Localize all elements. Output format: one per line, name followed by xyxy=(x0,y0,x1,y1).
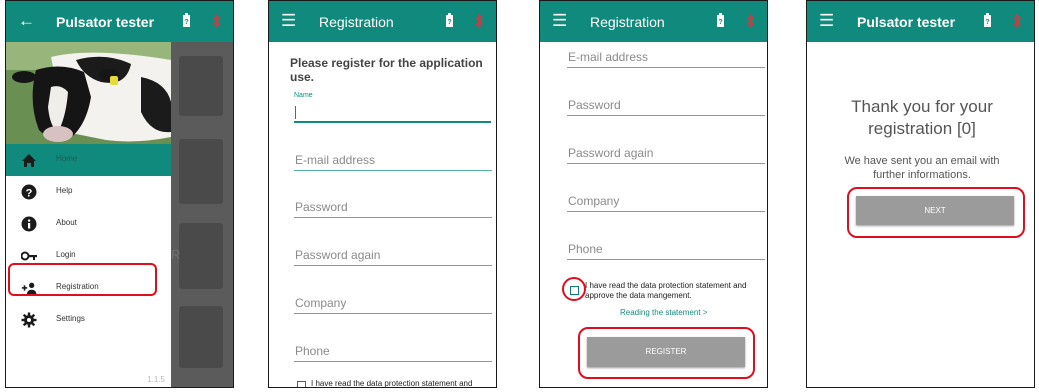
svg-text:?: ? xyxy=(985,19,989,26)
consent-text: I have read the data protection statemen… xyxy=(311,379,473,388)
name-label: Name xyxy=(294,92,313,99)
gear-icon xyxy=(21,312,37,328)
home-icon xyxy=(22,154,36,167)
app-bar: ☰ Registration ? xyxy=(540,1,767,42)
app-bar: ☰ Pulsator tester ? xyxy=(807,1,1034,42)
thank-you-heading: Thank you for your registration [0] xyxy=(851,97,993,138)
email-sent-message: We have sent you an email with further i… xyxy=(844,155,1000,181)
highlight-next xyxy=(847,187,1025,238)
svg-text:?: ? xyxy=(26,188,33,200)
bluetooth-off-icon xyxy=(1013,13,1021,29)
bluetooth-off-icon xyxy=(746,13,754,29)
battery-icon: ? xyxy=(717,13,724,27)
battery-icon: ? xyxy=(183,13,190,27)
password-field[interactable]: Password xyxy=(567,87,765,116)
menu-item-label: Help xyxy=(56,186,73,195)
app-bar: ☰ Registration ? xyxy=(269,1,496,42)
consent-text-line2: approve the data mangement. xyxy=(585,291,692,300)
background-letter: R xyxy=(171,247,181,262)
svg-text:?: ? xyxy=(184,19,188,26)
svg-text:?: ? xyxy=(718,19,722,26)
menu-item-help[interactable]: ? Help xyxy=(6,176,171,208)
consent-checkbox[interactable] xyxy=(297,381,306,387)
menu-item-label: About xyxy=(56,218,77,227)
app-title: Registration xyxy=(590,14,665,30)
highlight-register xyxy=(578,327,755,379)
company-field[interactable]: Company xyxy=(567,183,765,212)
drawer: Home ? Help About Login Registration Set… xyxy=(6,42,171,387)
background-card xyxy=(179,56,223,116)
menu-item-home[interactable]: Home xyxy=(6,144,171,176)
password-again-field[interactable]: Password again xyxy=(294,237,492,266)
highlight-checkbox xyxy=(562,277,586,301)
menu-item-about[interactable]: About xyxy=(6,208,171,240)
help-icon: ? xyxy=(21,184,37,200)
screen-registration-bottom: ☰ Registration ? E-mail address Password… xyxy=(539,0,768,388)
menu-icon[interactable]: ☰ xyxy=(281,11,296,31)
version-text: 1.1.5 xyxy=(147,375,165,384)
screen-registration-top: ☰ Registration ? Please register for the… xyxy=(268,0,497,388)
password-again-field[interactable]: Password again xyxy=(567,135,765,164)
background-card xyxy=(179,139,223,204)
consent-text-line1: I have read the data protection statemen… xyxy=(585,281,747,290)
cow-header-image xyxy=(6,42,171,144)
email-field[interactable]: E-mail address xyxy=(567,39,765,68)
battery-icon: ? xyxy=(984,13,991,27)
phone-field[interactable]: Phone xyxy=(567,231,765,260)
menu-item-settings[interactable]: Settings xyxy=(6,304,171,336)
name-field[interactable] xyxy=(294,104,491,123)
highlight-registration xyxy=(8,263,157,296)
svg-text:?: ? xyxy=(447,19,451,26)
app-bar: ← Pulsator tester ? xyxy=(6,1,233,42)
menu-item-label: Login xyxy=(56,250,76,259)
screen-thank-you: ☰ Pulsator tester ? Thank you for your r… xyxy=(806,0,1035,388)
password-field[interactable]: Password xyxy=(294,189,492,218)
app-title: Registration xyxy=(319,14,394,30)
screen-drawer: R ← Pulsator tester ? Home ? Help About … xyxy=(5,0,234,388)
app-title: Pulsator tester xyxy=(857,14,956,30)
background-card: R xyxy=(171,223,223,289)
email-field[interactable]: E-mail address xyxy=(294,142,492,171)
battery-icon: ? xyxy=(446,13,453,27)
text-cursor xyxy=(295,106,296,119)
menu-icon[interactable]: ☰ xyxy=(819,11,834,31)
menu-item-label: Home xyxy=(56,154,78,163)
background-card xyxy=(179,306,223,368)
company-field[interactable]: Company xyxy=(294,285,492,314)
phone-field[interactable]: Phone xyxy=(294,333,492,362)
statement-link[interactable]: Reading the statement > xyxy=(620,308,707,317)
menu-item-label: Settings xyxy=(56,314,85,323)
bluetooth-off-icon xyxy=(475,13,483,29)
page-heading: Please register for the application use. xyxy=(290,56,483,84)
bluetooth-off-icon xyxy=(212,13,220,29)
app-title: Pulsator tester xyxy=(56,14,155,30)
key-icon xyxy=(21,251,37,261)
info-icon xyxy=(21,216,37,232)
menu-icon[interactable]: ☰ xyxy=(552,11,567,31)
arrow-left-icon[interactable]: ← xyxy=(18,11,35,31)
